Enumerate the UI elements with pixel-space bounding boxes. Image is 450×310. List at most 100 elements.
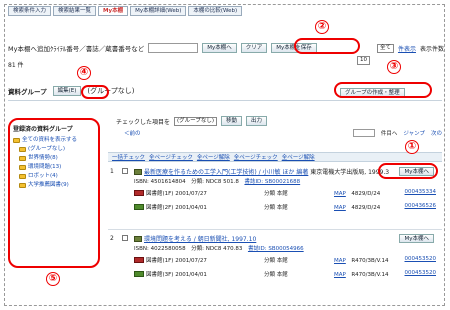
sidebar-item-robot[interactable]: ロボット(4) (13, 172, 95, 181)
map-link[interactable]: MAP (334, 191, 346, 197)
tab-mybookshelf[interactable]: My本棚 (98, 6, 129, 16)
marker-2: ② (315, 20, 329, 34)
page-check-link[interactable]: 全ページチェック (149, 153, 193, 161)
marker-4: ④ (77, 66, 91, 80)
barcode-link[interactable]: 000453520 (405, 270, 437, 276)
holding-class: 分類 本館 (264, 205, 288, 211)
record-meta: ISBN: 4501614804 分類: NDC8 501.8 書誌ID: SB… (134, 177, 300, 185)
tab-mybookshelf-detail[interactable]: My本棚詳細(Web) (130, 6, 187, 16)
display-count-label: 表示件数 (419, 45, 444, 53)
sidebar-item-world[interactable]: 世界情勢(8) (13, 154, 95, 163)
record-title-text[interactable]: 環境問題を考える / 朝日新聞社, 1997.10 (144, 236, 256, 243)
holding-row: 図書館(2F) 2001/04/01 分類 本館 MAP 4829/D/24 0004… (134, 202, 440, 212)
main-panel: チェックした項目を (グループなし) 移動 出力 ＜前の 件目へ ジャンプ 次の (108, 104, 442, 137)
holding-class: 分類 本館 (264, 191, 288, 197)
folder-icon (19, 165, 26, 170)
tab-bar: 検索条件入力 検索結果一覧 My本棚 My本棚詳細(Web) 本棚の比較(Web… (8, 6, 243, 16)
tab-search[interactable]: 検索条件入力 (8, 6, 52, 16)
search-input[interactable] (148, 43, 199, 53)
annotation-oval-edit (81, 85, 109, 99)
marker-5: ⑤ (46, 272, 60, 286)
barcode-link[interactable]: 000436526 (405, 203, 437, 209)
holding-location: 図書館(3F) 2001/04/01 (146, 272, 207, 278)
map-link[interactable]: MAP (334, 258, 346, 264)
page-input[interactable] (352, 129, 375, 137)
sidebar-item-all[interactable]: 全ての資料を表示する (13, 136, 95, 145)
folder-icon (19, 183, 26, 188)
clear-button[interactable]: クリア (240, 43, 268, 53)
record-title[interactable]: 環境問題を考える / 朝日新聞社, 1997.10 (134, 234, 256, 243)
sidebar-item-label: (グループなし) (28, 146, 65, 152)
group-label: 資料グループ (8, 88, 47, 96)
record-checkbox[interactable] (122, 235, 128, 241)
isbn: ISBN: 4022580058 (134, 246, 186, 252)
display-count-link[interactable]: 件表示 (398, 44, 416, 53)
sidebar-item-label: 世界情勢(8) (28, 155, 58, 161)
tab-results[interactable]: 検索結果一覧 (53, 6, 97, 16)
holding-location: 図書館(1F) 2001/07/27 (146, 258, 207, 264)
prev-link[interactable]: ＜前の (124, 129, 141, 137)
filter-select[interactable]: 全て (376, 43, 394, 53)
page-uncheck-link[interactable]: 全ページ解除 (197, 153, 230, 161)
sidebar-title: 登録済の資料グループ (13, 126, 73, 133)
library-icon (134, 271, 144, 277)
tab-compare[interactable]: 本棚の比較(Web) (188, 6, 243, 16)
bib-id[interactable]: 書誌ID: SB00021688 (244, 179, 300, 185)
sidebar-item-recommended[interactable]: 大学推薦図書(9) (13, 181, 95, 190)
all-check-link[interactable]: 全ページチェック (234, 153, 278, 161)
library-icon (134, 190, 144, 196)
record-title-text[interactable]: 最新医療を作るための工学入門(工学技術) / 小川敏 ほか 編著 (144, 169, 308, 176)
map-link[interactable]: MAP (334, 205, 346, 211)
record-number: 2 (110, 235, 114, 242)
barcode-link[interactable]: 000453520 (405, 256, 437, 262)
search-row: My本棚へ追加ｸﾗｲﾃﾙ番号／書誌／蔵書番号など My本棚へ クリア My本棚を… (8, 41, 444, 55)
output-button[interactable]: 出力 (246, 116, 268, 126)
holding-class: 分類 本館 (264, 258, 288, 264)
record-meta: ISBN: 4022580058 分類: NDC8 470.83 書誌ID: S… (134, 244, 304, 252)
group-edit-button[interactable]: 編集(E) (52, 86, 82, 96)
move-button[interactable]: 移動 (220, 116, 242, 126)
check-all-link[interactable]: 一括チェック (112, 153, 145, 161)
record-title[interactable]: 最新医療を作るための工学入門(工学技術) / 小川敏 ほか 編著 東京電機大学出… (134, 167, 389, 176)
per-page-select[interactable]: 10 (357, 56, 370, 65)
book-icon (134, 169, 142, 175)
annotation-oval-save (294, 38, 360, 54)
bib-id[interactable]: 書誌ID: SB00054966 (248, 246, 304, 252)
annotation-oval-add (378, 163, 438, 179)
ndc: 分類: NDC8 470.83 (191, 246, 243, 252)
group-sidebar: 登録済の資料グループ 全ての資料を表示する (グループなし) 世界情勢(8) 環… (8, 118, 100, 268)
group-target-select[interactable]: (グループなし) (174, 116, 217, 126)
sidebar-item-label: 大学推薦図書(9) (28, 182, 69, 188)
page-info: 件目へ (380, 131, 398, 137)
holding-class: 分類 本館 (264, 272, 288, 278)
marker-3: ③ (387, 60, 401, 74)
folder-icon (19, 147, 26, 152)
ndc: 分類: NDC8 501.8 (191, 179, 239, 185)
go-button[interactable]: My本棚へ (202, 43, 237, 53)
search-label: My本棚へ追加ｸﾗｲﾃﾙ番号／書誌／蔵書番号など (8, 45, 145, 53)
library-icon (134, 204, 144, 210)
isbn: ISBN: 4501614804 (134, 179, 186, 185)
add-to-bookshelf-button[interactable]: My本棚へ (399, 234, 434, 243)
holding-location: 図書館(1F) 2001/07/27 (146, 191, 207, 197)
call-number: 4829/D/24 (351, 191, 381, 197)
record-checkbox[interactable] (122, 168, 128, 174)
sidebar-item-label: 環境問題(13) (28, 164, 62, 170)
sidebar-item-label: ロボット(4) (28, 173, 58, 179)
next-link[interactable]: 次の (431, 129, 442, 137)
all-uncheck-link[interactable]: 全ページ解除 (282, 153, 315, 161)
group-bar: 資料グループ 編集(E) (グループなし) (8, 86, 134, 96)
call-number: R470/3B/V.14 (351, 258, 389, 264)
library-icon (134, 257, 144, 263)
sidebar-item-environment[interactable]: 環境問題(13) (13, 163, 95, 172)
result-count: 81 件 (8, 62, 24, 69)
record-number: 1 (110, 168, 114, 175)
checked-label: チェックした項目を (116, 118, 171, 126)
sidebar-item-nogroup[interactable]: (グループなし) (13, 145, 95, 154)
barcode-link[interactable]: 000435334 (405, 189, 437, 195)
holding-location: 図書館(2F) 2001/04/01 (146, 205, 207, 211)
folder-icon (19, 156, 26, 161)
folder-icon (13, 138, 20, 143)
jump-link[interactable]: ジャンプ (403, 129, 425, 137)
map-link[interactable]: MAP (334, 272, 346, 278)
